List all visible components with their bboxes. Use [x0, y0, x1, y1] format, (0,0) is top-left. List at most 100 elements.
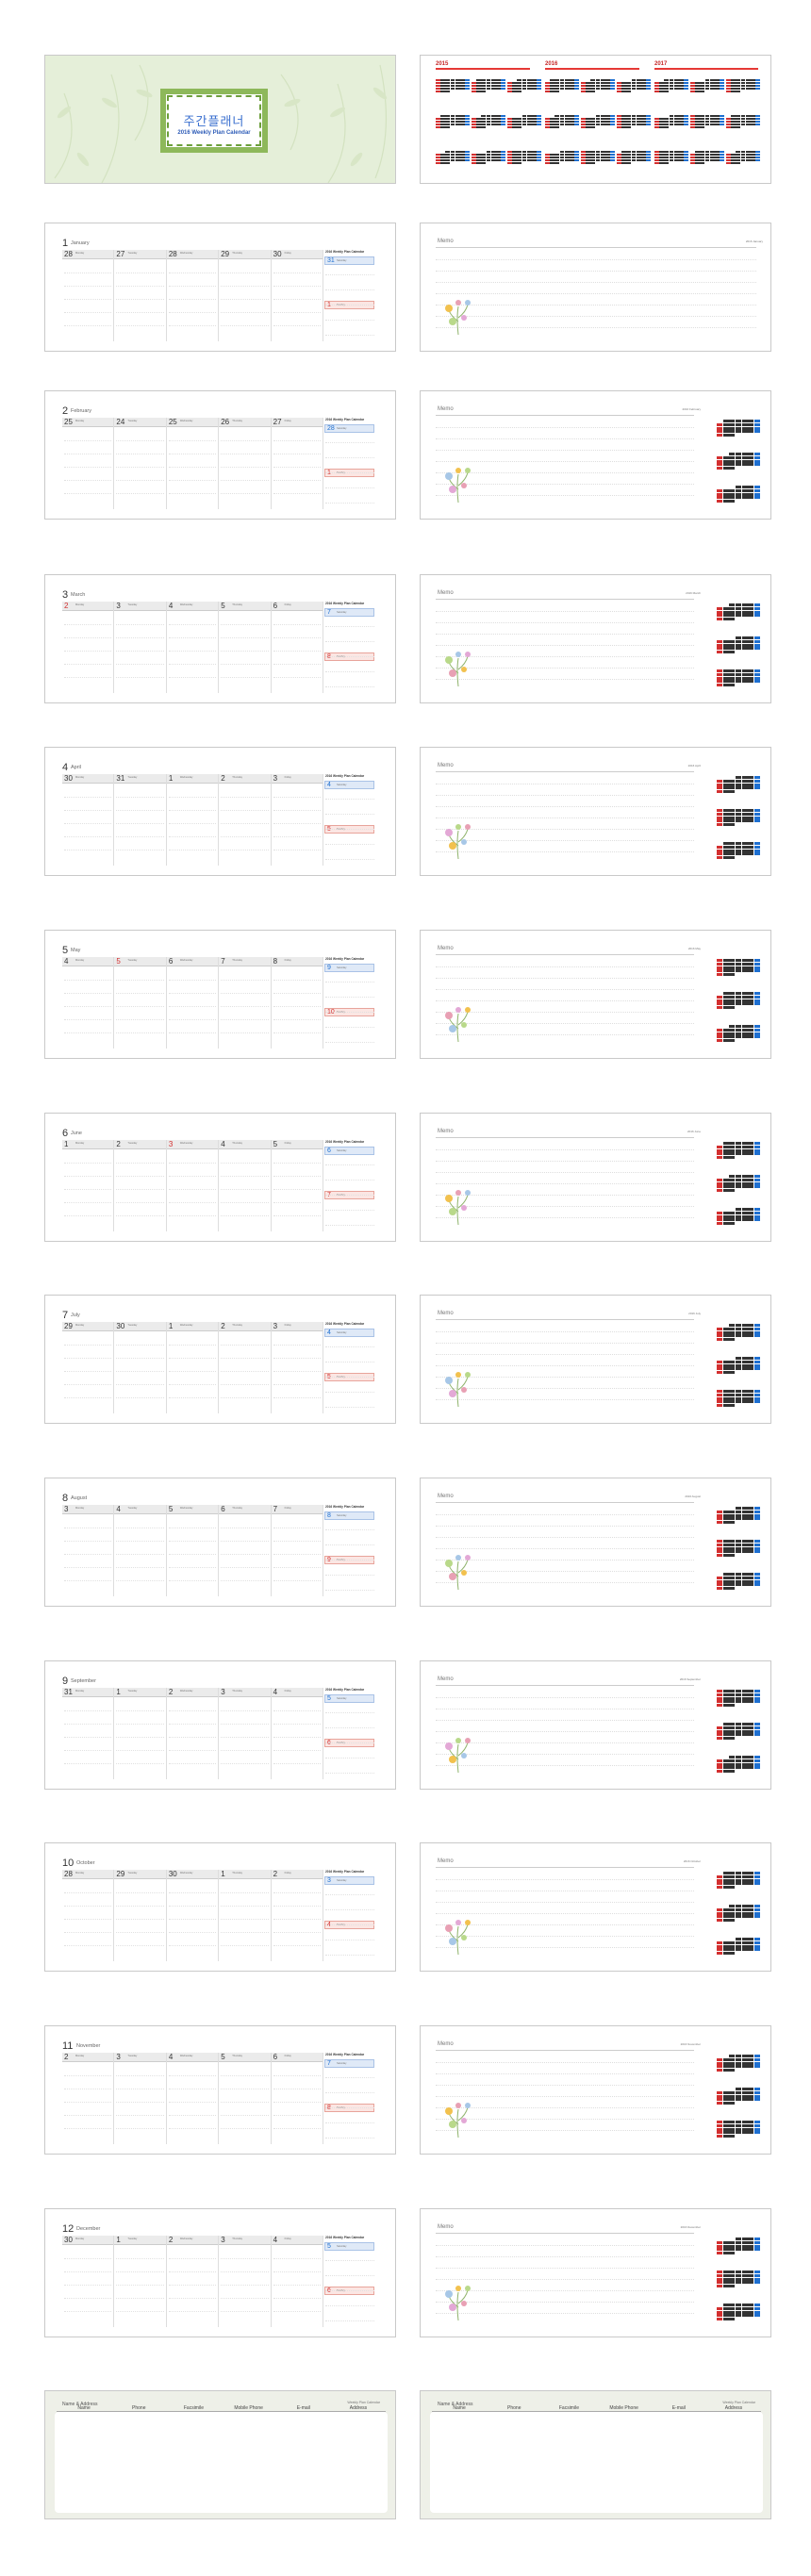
calendar-day-cell	[723, 1938, 729, 1940]
rule-line	[168, 2311, 217, 2312]
calendar-day-cell	[741, 1762, 748, 1766]
day-column: 4 Friday	[271, 2236, 324, 2327]
calendar-day-cell	[684, 91, 688, 92]
calendar-day-cell	[722, 1737, 729, 1741]
rule-line	[325, 1225, 375, 1226]
rule-line	[116, 677, 164, 678]
calendar-day-cell	[741, 842, 748, 845]
calendar-day-cell	[472, 125, 476, 129]
month-name: December	[76, 2226, 101, 2232]
day-number: 8	[273, 957, 278, 966]
rule-line	[273, 1006, 322, 1007]
calendar-day-cell	[717, 1759, 722, 1762]
day-header: 25 Monday	[62, 418, 114, 427]
calendar-day-cell	[748, 852, 754, 856]
rule-line	[221, 467, 269, 468]
calendar-day-cell	[729, 2244, 736, 2248]
rule-line	[221, 1919, 269, 1920]
calendar-day-cell	[742, 467, 748, 470]
calendar-day-cell	[550, 161, 554, 165]
calendar-day-cell	[736, 1938, 741, 1940]
rule-line	[64, 1189, 112, 1190]
calendar-day-cell	[741, 672, 748, 676]
rule-line	[64, 1397, 112, 1398]
day-column: 2 Monday	[62, 602, 115, 693]
calendar-day-cell	[722, 2252, 729, 2255]
calendar-day-cell	[717, 1028, 722, 1032]
calendar-day-cell	[754, 2281, 760, 2285]
weekday-label: Tuesday	[127, 1142, 138, 1146]
calendar-day-cell	[754, 430, 760, 434]
calendar-day-cell	[729, 486, 735, 488]
calendar-day-cell	[560, 126, 565, 128]
planner-brand: 2016 Weekly Plan Calendar	[325, 2236, 365, 2239]
calendar-day-cell	[723, 1756, 729, 1759]
month-name: August	[71, 1495, 88, 1501]
calendar-day-cell	[729, 1510, 736, 1513]
calendar-day-cell	[664, 125, 670, 129]
memo-rule	[436, 2256, 694, 2257]
calendar-day-cell	[748, 2237, 754, 2240]
calendar-day-cell	[527, 126, 532, 128]
weekday-label: Monday	[75, 2055, 85, 2058]
weekday-label: Saturday	[337, 2245, 347, 2248]
memo-header: 2016 October	[683, 1859, 701, 1863]
calendar-day-cell	[722, 651, 729, 654]
calendar-day-cell	[754, 684, 760, 686]
calendar-day-cell	[717, 1371, 722, 1375]
mini-month-calendar	[507, 110, 541, 137]
calendar-day-cell	[748, 2306, 754, 2310]
calendar-day-cell	[717, 779, 722, 783]
day-number: 4	[221, 1140, 225, 1148]
rule-line	[221, 299, 269, 300]
calendar-day-cell	[742, 434, 748, 437]
rule-line	[64, 1345, 112, 1346]
calendar-day-cell	[754, 1028, 760, 1032]
day-header: 26 Thursday	[219, 418, 271, 427]
rule-line	[325, 997, 375, 998]
day-column: 28 Wednesday	[166, 250, 220, 341]
rule-line	[168, 1892, 217, 1893]
calendar-day-cell	[754, 1039, 760, 1042]
calendar-day-cell	[754, 2131, 760, 2135]
day-column: 4 Monday	[62, 957, 115, 1049]
calendar-day-cell	[729, 1507, 735, 1510]
calendar-day-cell	[736, 959, 741, 962]
calendar-day-cell	[729, 643, 736, 647]
rule-line	[64, 1554, 112, 1555]
address-area	[55, 2412, 388, 2513]
calendar-day-cell	[722, 1006, 729, 1010]
calendar-day-cell	[729, 845, 736, 849]
calendar-day-cell	[754, 1513, 760, 1517]
calendar-day-cell	[754, 1952, 760, 1955]
calendar-day-cell	[717, 676, 722, 680]
calendar-day-cell	[748, 1208, 754, 1211]
rule-line	[116, 1176, 164, 1177]
calendar-day-cell	[736, 672, 741, 676]
calendar-day-cell	[729, 1032, 736, 1035]
calendar-day-cell	[722, 849, 729, 852]
mini-month-calendar	[436, 74, 470, 101]
calendar-day-cell	[754, 1579, 760, 1583]
rule-line	[168, 1724, 217, 1725]
calendar-day-cell	[748, 643, 754, 647]
rule-line	[64, 1737, 112, 1738]
calendar-day-cell	[717, 459, 722, 463]
calendar-day-cell	[729, 1911, 736, 1915]
calendar-day-cell	[754, 1148, 760, 1152]
rule-line	[168, 1397, 217, 1398]
calendar-day-cell	[736, 1148, 741, 1152]
calendar-day-cell	[637, 91, 641, 92]
calendar-day-cell	[736, 636, 741, 639]
calendar-day-cell	[748, 1218, 754, 1222]
calendar-day-cell	[717, 1905, 722, 1907]
calendar-day-cell	[736, 962, 741, 966]
calendar-day-cell	[729, 2273, 736, 2277]
rule-line	[273, 1189, 322, 1190]
calendar-day-cell	[729, 1367, 736, 1371]
calendar-day-cell	[741, 1759, 748, 1762]
calendar-day-cell	[741, 1327, 748, 1330]
calendar-day-cell	[741, 676, 748, 680]
calendar-day-cell	[754, 2314, 760, 2318]
calendar-day-cell	[717, 1726, 722, 1729]
